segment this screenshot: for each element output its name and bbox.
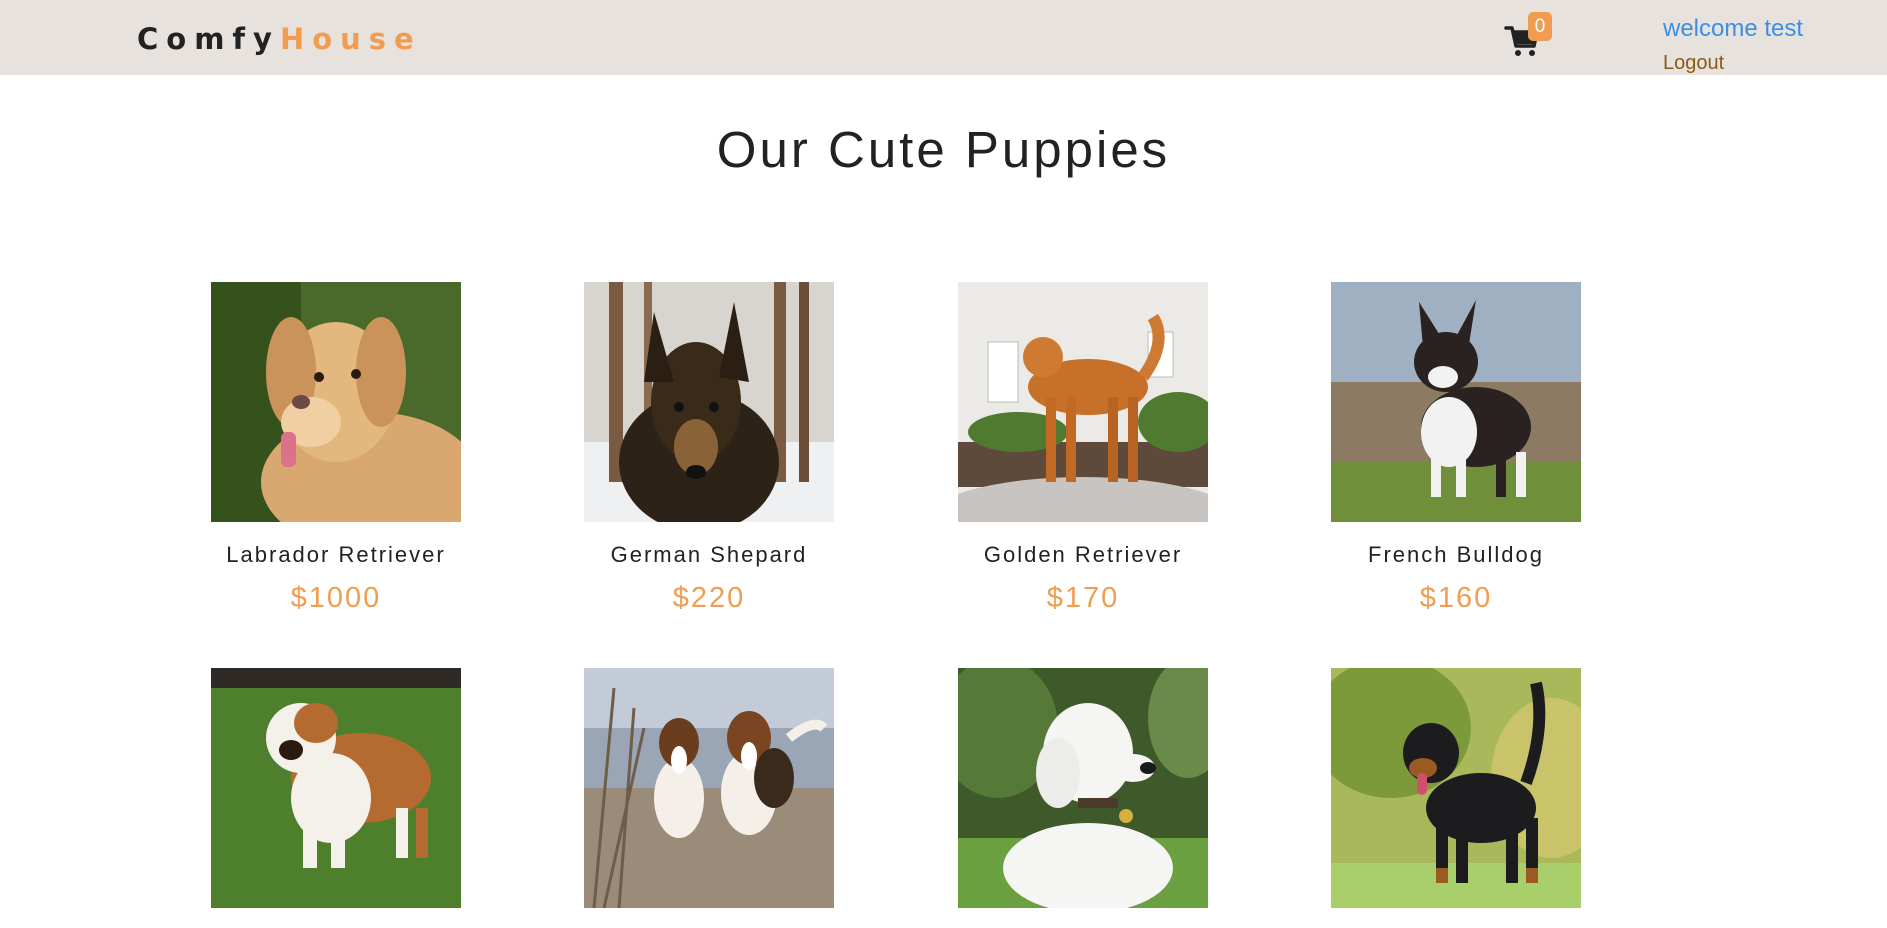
product-price: $1000: [290, 582, 382, 614]
product-card-golden-retriever[interactable]: Golden Retriever $170: [958, 282, 1208, 615]
product-image[interactable]: [958, 668, 1208, 908]
labrador-retriever-photo: [211, 282, 461, 522]
rottweiler-photo: [1331, 668, 1581, 908]
product-name: Labrador Retriever: [226, 542, 446, 567]
golden-retriever-photo: [958, 282, 1208, 522]
product-price: $220: [672, 582, 746, 614]
product-image[interactable]: [211, 282, 461, 522]
product-image[interactable]: [1331, 668, 1581, 908]
product-card-labrador-retriever[interactable]: Labrador Retriever $1000: [211, 282, 461, 615]
product-price: $160: [1419, 582, 1493, 614]
product-name: German Shepard: [610, 542, 808, 567]
products-grid: Labrador Retriever $1000 German Shepard …: [0, 0, 1887, 908]
product-card-english-bulldog[interactable]: [211, 668, 461, 928]
french-bulldog-photo: [1331, 282, 1581, 522]
product-card-beagle[interactable]: [584, 668, 834, 928]
product-card-french-bulldog[interactable]: French Bulldog $160: [1331, 282, 1581, 615]
product-image[interactable]: [584, 282, 834, 522]
product-image[interactable]: [211, 668, 461, 908]
product-image[interactable]: [958, 282, 1208, 522]
product-card-poodle[interactable]: [958, 668, 1208, 928]
german-shepard-photo: [584, 282, 834, 522]
product-name: Golden Retriever: [983, 542, 1183, 567]
product-card-german-shepard[interactable]: German Shepard $220: [584, 282, 834, 615]
product-name: French Bulldog: [1368, 542, 1544, 567]
product-card-rottweiler[interactable]: [1331, 668, 1581, 928]
product-image[interactable]: [1331, 282, 1581, 522]
product-image[interactable]: [584, 668, 834, 908]
product-price: $170: [1046, 582, 1120, 614]
poodle-photo: [958, 668, 1208, 908]
english-bulldog-photo: [211, 668, 461, 908]
beagle-photo: [584, 668, 834, 908]
